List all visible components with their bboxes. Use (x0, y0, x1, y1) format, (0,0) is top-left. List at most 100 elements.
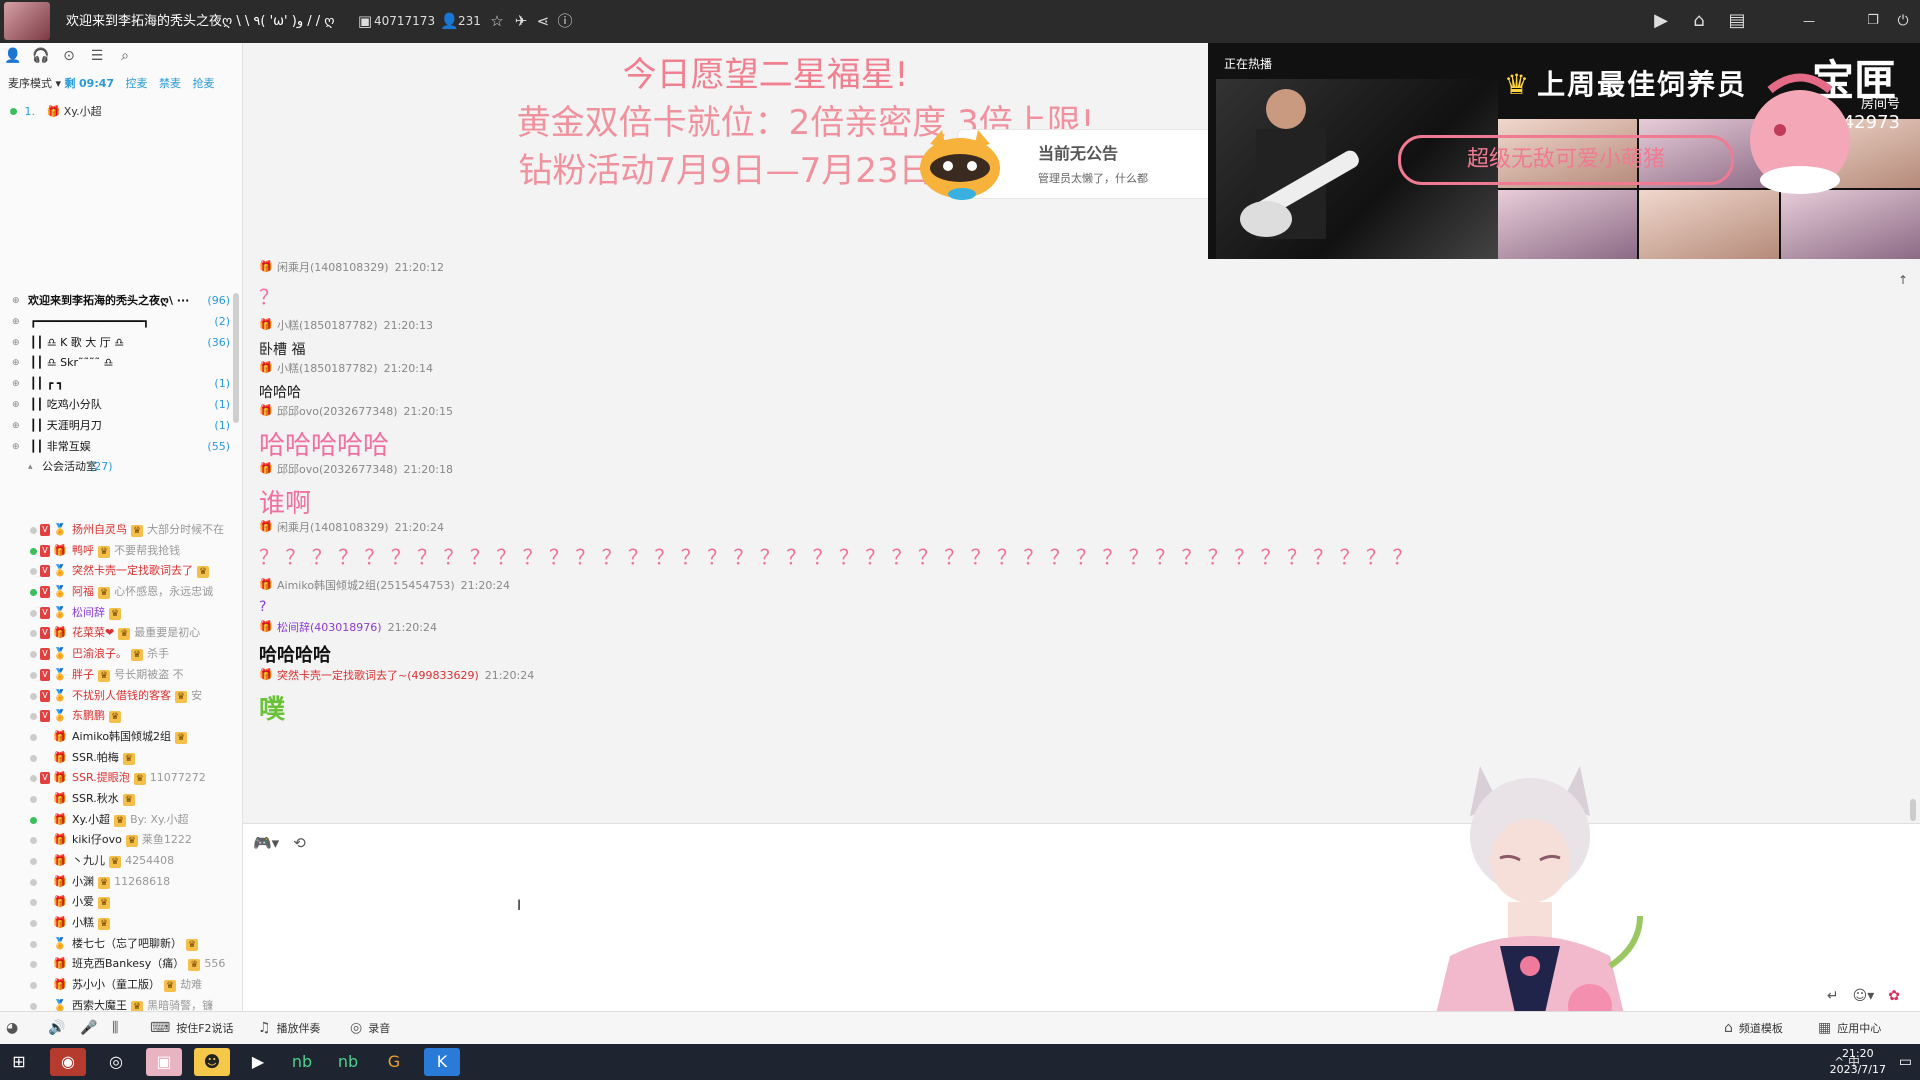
ban-mic-link[interactable]: 禁麦 (159, 77, 181, 90)
member-row[interactable]: V 🏅 东鹏鹏 ♛ (0, 706, 236, 727)
location-icon[interactable]: ⊙ (60, 47, 78, 65)
channel-item[interactable]: ▴ 公会活动室 (27) (0, 457, 236, 478)
home-icon[interactable]: ⌂ (1686, 8, 1712, 34)
headset-icon[interactable]: 🎧 (32, 47, 50, 65)
mic-queue-item[interactable]: 1. 🎁 Xy.小超 (10, 103, 102, 119)
user-icon[interactable]: 👤 (4, 47, 22, 65)
expand-icon[interactable]: ⊕ (12, 333, 20, 354)
expand-icon[interactable]: ⊕ (12, 291, 20, 312)
game-icon[interactable]: ☻ (194, 1048, 230, 1076)
expand-icon[interactable]: ⊕ (12, 374, 20, 395)
nb-icon-2[interactable]: nb (330, 1048, 366, 1076)
member-row[interactable]: 🏅 楼七七（忘了吧聊新） ♛ (0, 934, 236, 955)
member-row[interactable]: V 🏅 松间辞 ♛ (0, 603, 236, 624)
plane-icon[interactable]: ✈ (512, 12, 530, 30)
search-icon[interactable]: ⌕ (116, 47, 134, 65)
windows-icon[interactable]: ⊞ (8, 1051, 30, 1073)
chat-nick[interactable]: 小糕(1850187782) (277, 317, 378, 333)
chat-nick[interactable]: 闲乘月(1408108329) (277, 259, 389, 275)
grab-mic-link[interactable]: 抢麦 (193, 77, 215, 90)
chat-nick[interactable]: 邱邱ovo(2032677348) (277, 461, 398, 477)
bottom-bar-item[interactable]: ◎ 录音 (350, 1012, 390, 1045)
member-row[interactable]: V 🏅 突然卡壳一定找歌词去了 ♛ (0, 561, 236, 582)
translate-icon[interactable]: ⟲ (293, 834, 306, 852)
member-row[interactable]: V 🎁 SSR.提眼泡 ♛ 11077272 (0, 768, 236, 789)
member-row[interactable]: V 🎁 鸭呼 ♛ 不要帮我抢钱 (0, 541, 236, 562)
rose-icon[interactable]: ✿ (1888, 988, 1900, 1004)
member-row[interactable]: 🎁 kiki仔ovo ♛ 莱鱼1222 (0, 830, 236, 851)
member-row[interactable]: 🎁 Xy.小超 ♛ By: Xy.小超 (0, 810, 236, 831)
bottom-bar-item[interactable]: ◕ (6, 1012, 24, 1045)
screen-icon[interactable]: ▶ (1648, 8, 1674, 34)
member-row[interactable]: 🎁 班克西Bankesy（痛） ♛ 556 (0, 954, 236, 975)
power-icon[interactable]: ⏻ (1890, 8, 1916, 34)
channel-avatar[interactable] (4, 2, 50, 40)
channel-item[interactable]: ⊕ ┃┃ 吃鸡小分队 (1) (0, 395, 236, 416)
clock[interactable]: 21:20 2023/7/17 (1830, 1046, 1886, 1078)
channel-item[interactable]: ⊕ ┏━━━━━━━━━━━━━━━━┓ (2) (0, 312, 236, 333)
g-icon[interactable]: G (376, 1048, 412, 1076)
member-row[interactable]: 🎁 小糕 ♛ (0, 913, 236, 934)
expand-icon[interactable]: ▴ (28, 457, 33, 478)
info-icon[interactable]: ⓘ (556, 12, 574, 30)
notification-icon[interactable]: ▭ (1899, 1054, 1912, 1070)
chat-scrollbar[interactable] (1910, 799, 1916, 821)
bottom-bar-item[interactable]: ⫼ (112, 1012, 124, 1045)
k-icon[interactable]: K (424, 1048, 460, 1076)
channel-item[interactable]: ⊕ ┃┃ 非常互娱 (55) (0, 437, 236, 458)
bottom-bar-item[interactable]: 🔊 (48, 1012, 71, 1045)
chat-nick[interactable]: 闲乘月(1408108329) (277, 519, 389, 535)
photo-icon[interactable]: ▣ (146, 1048, 182, 1076)
notice-card[interactable]: 当前无公告 管理员太懒了，什么都 (920, 129, 1219, 200)
member-row[interactable]: 🎁 SSR.帕梅 ♛ (0, 748, 236, 769)
chat-nick[interactable]: Aimiko韩国倾城2组(2515454753) (277, 577, 455, 593)
expand-icon[interactable]: ⊕ (12, 353, 20, 374)
bottom-bar-right-item[interactable]: ⌂ 频道模板 (1724, 1012, 1783, 1045)
notes-icon[interactable]: ☰ (88, 47, 106, 65)
member-row[interactable]: V 🏅 巴渝浪子。 ♛ 杀手 (0, 644, 236, 665)
star-icon[interactable]: ☆ (488, 12, 506, 30)
member-row[interactable]: V 🏅 阿福 ♛ 心怀感恩，永远忠诚 (0, 582, 236, 603)
channel-item[interactable]: ⊕ 欢迎来到李拓海的秃头之夜ღ\ ··· (96) (0, 291, 236, 312)
bottom-bar-right-item[interactable]: ▦ 应用中心 (1818, 1012, 1881, 1045)
expand-icon[interactable]: ⊕ (12, 312, 20, 333)
member-row[interactable]: V 🎁 花菜菜❤ ♛ 最重要是初心 (0, 623, 236, 644)
member-row[interactable]: V 🏅 扬州自灵鸟 ♛ 大部分时候不在 (0, 520, 236, 541)
expand-icon[interactable]: ⊕ (12, 395, 20, 416)
member-row[interactable]: 🎁 丶九儿 ♛ 4254408 (0, 851, 236, 872)
channel-item[interactable]: ⊕ ┃┃ ┏ ┓ (1) (0, 374, 236, 395)
member-row[interactable]: 🎁 苏小小（童工版） ♛ 劫难 (0, 975, 236, 996)
member-row[interactable]: V 🏅 胖子 ♛ 号长期被盗 不 (0, 665, 236, 686)
bottom-bar-item[interactable]: 🎤 (80, 1012, 103, 1045)
mic-mode-select[interactable]: 麦序模式 (8, 77, 52, 90)
minimize-icon[interactable]: — (1796, 8, 1822, 34)
browser-icon[interactable]: ◉ (50, 1048, 86, 1076)
chat-nick[interactable]: 小糕(1850187782) (277, 360, 378, 376)
enter-icon[interactable]: ↵ (1827, 988, 1839, 1004)
steam-icon[interactable]: ◎ (98, 1048, 134, 1076)
member-row[interactable]: 🎁 小爱 ♛ (0, 892, 236, 913)
chat-nick[interactable]: 邱邱ovo(2032677348) (277, 403, 398, 419)
channel-scrollbar[interactable] (233, 293, 239, 423)
nb-icon[interactable]: nb (284, 1048, 320, 1076)
emoji-icon[interactable]: ☺▾ (1853, 988, 1875, 1004)
control-mic-link[interactable]: 控麦 (126, 77, 148, 90)
channel-item[interactable]: ⊕ ┃┃ ♎ K 歌 大 厅 ♎ (36) (0, 333, 236, 354)
expand-icon[interactable]: ⊕ (12, 437, 20, 458)
chat-nick[interactable]: 松间辞(403018976) (277, 619, 382, 635)
expand-icon[interactable]: ⊕ (12, 416, 20, 437)
gamepad-icon[interactable]: 🎮▾ (253, 834, 279, 852)
channel-item[interactable]: ⊕ ┃┃ 天涯明月刀 (1) (0, 416, 236, 437)
member-row[interactable]: 🎁 SSR.秋水 ♛ (0, 789, 236, 810)
media-icon[interactable]: ▶ (240, 1048, 276, 1076)
member-row[interactable]: V 🏅 不扰别人借钱的客客 ♛ 安 (0, 686, 236, 707)
restore-icon[interactable]: ❐ (1860, 8, 1886, 34)
member-row[interactable]: 🎁 小渊 ♛ 11268618 (0, 872, 236, 893)
member-row[interactable]: 🎁 Aimiko韩国倾城2组 ♛ (0, 727, 236, 748)
chat-nick[interactable]: 突然卡壳一定找歌词去了~(499833629) (277, 667, 479, 683)
channel-item[interactable]: ⊕ ┃┃ ♎ Skr˜˜˜˜ ♎ (0, 353, 236, 374)
share-icon[interactable]: ⋖ (534, 12, 552, 30)
layout-icon[interactable]: ▤ (1724, 8, 1750, 34)
scroll-up-icon[interactable]: ↑ (1898, 273, 1908, 287)
bottom-bar-item[interactable]: ♫ 播放伴奏 (258, 1012, 321, 1045)
